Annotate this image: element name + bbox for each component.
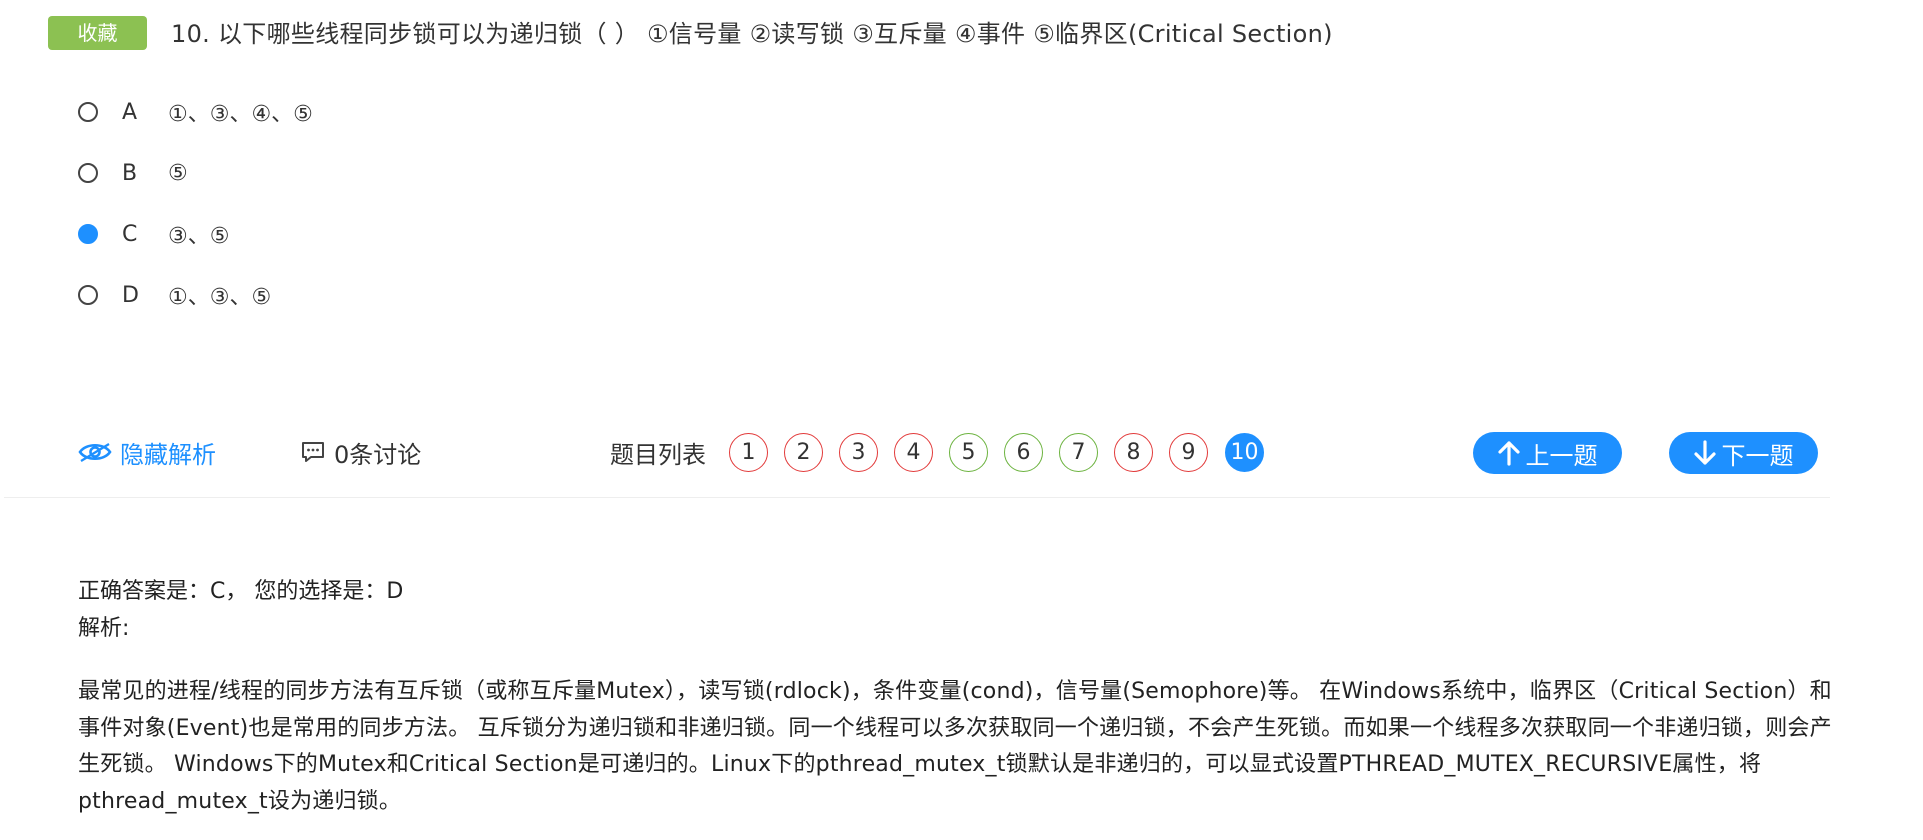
next-question-button[interactable]: 下一题 [1669, 432, 1818, 474]
option-text: ③、⑤ [168, 224, 230, 249]
comment-icon [302, 442, 324, 462]
option-text: ①、③、⑤ [168, 285, 272, 310]
option-letter: D [122, 282, 139, 308]
option-text: ①、③、④、⑤ [168, 102, 313, 127]
discussion-count: 0条讨论 [334, 440, 422, 469]
next-question-label: 下一题 [1721, 441, 1794, 470]
prev-question-label: 上一题 [1525, 441, 1598, 470]
option-a[interactable]: A ①、③、④、⑤ [78, 94, 313, 130]
option-letter: B [122, 160, 138, 186]
radio-d[interactable] [78, 285, 98, 305]
option-b[interactable]: B ⑤ [78, 155, 188, 191]
divider [4, 497, 1830, 498]
hide-analysis-label: 隐藏解析 [120, 440, 216, 469]
quiz-page: 收藏 10. 以下哪些线程同步锁可以为递归锁（ ） ①信号量 ②读写锁 ③互斥量… [0, 0, 1923, 840]
hide-analysis-button[interactable]: 隐藏解析 [78, 432, 216, 472]
question-number-2[interactable]: 2 [784, 433, 823, 472]
arrow-down-icon [1693, 440, 1716, 465]
eye-icon [78, 443, 112, 462]
radio-b[interactable] [78, 163, 98, 183]
prev-question-button[interactable]: 上一题 [1473, 432, 1622, 474]
option-letter: A [122, 99, 138, 125]
question-number-8[interactable]: 8 [1114, 433, 1153, 472]
radio-a[interactable] [78, 102, 98, 122]
question-title: 10. 以下哪些线程同步锁可以为递归锁（ ） ①信号量 ②读写锁 ③互斥量 ④事… [171, 20, 1333, 48]
question-number-6[interactable]: 6 [1004, 433, 1043, 472]
option-c[interactable]: C ③、⑤ [78, 216, 229, 252]
arrow-up-icon [1497, 441, 1520, 466]
favorite-button[interactable]: 收藏 [48, 16, 147, 50]
question-number-5[interactable]: 5 [949, 433, 988, 472]
analysis-label: 解析: [78, 616, 130, 641]
option-letter: C [122, 221, 138, 247]
question-list-label: 题目列表 [610, 440, 706, 469]
question-number-7[interactable]: 7 [1059, 433, 1098, 472]
question-number-1[interactable]: 1 [729, 433, 768, 472]
radio-c[interactable] [78, 224, 98, 244]
option-d[interactable]: D ①、③、⑤ [78, 277, 271, 313]
question-number-4[interactable]: 4 [894, 433, 933, 472]
question-number-10[interactable]: 10 [1225, 433, 1264, 472]
analysis-body: 最常见的进程/线程的同步方法有互斥锁（或称互斥量Mutex），读写锁(rdloc… [78, 679, 1832, 814]
question-number-9[interactable]: 9 [1169, 433, 1208, 472]
option-text: ⑤ [168, 160, 188, 186]
discussion-button[interactable]: 0条讨论 [300, 432, 421, 472]
answer-summary: 正确答案是：C， 您的选择是：D [78, 579, 404, 604]
question-number-3[interactable]: 3 [839, 433, 878, 472]
